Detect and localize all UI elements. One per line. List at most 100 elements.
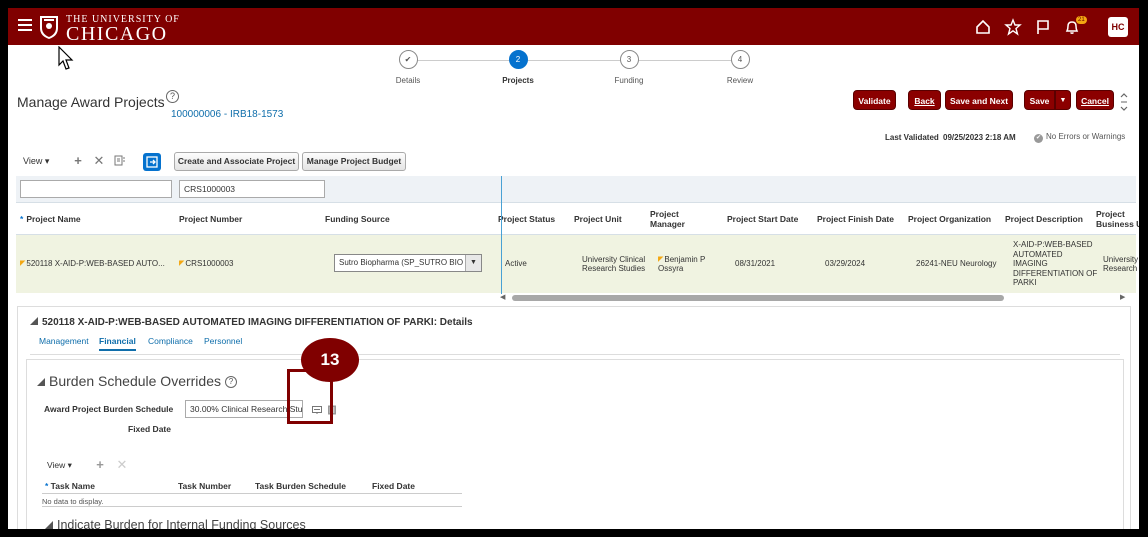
cancel-button-label: Cancel <box>1081 96 1109 106</box>
user-avatar[interactable]: HC <box>1108 17 1128 37</box>
cell-project-name[interactable]: ◤ 520118 X-AID-P:WEB-BASED AUTO... <box>20 235 172 293</box>
award-link[interactable]: 100000006 - IRB18-1573 <box>171 109 283 120</box>
col-project-description[interactable]: Project Description <box>1005 203 1095 235</box>
details-title[interactable]: 520118 X-AID-P:WEB-BASED AUTOMATED IMAGI… <box>30 317 473 328</box>
col-task-number[interactable]: Task Number <box>178 481 231 491</box>
dropdown-arrow-icon[interactable]: ▼ <box>465 255 481 271</box>
train-step-review[interactable]: 4 Review <box>710 50 770 85</box>
scrollbar-thumb[interactable] <box>512 295 1004 301</box>
delete-icon[interactable]: ✕ <box>93 154 105 167</box>
col-task-name[interactable]: * Task Name <box>45 481 95 491</box>
tab-compliance[interactable]: Compliance <box>148 336 193 346</box>
tab-personnel[interactable]: Personnel <box>204 336 242 346</box>
col-project-name[interactable]: * Project Name <box>20 203 170 235</box>
star-icon[interactable] <box>1004 18 1022 36</box>
collapse-triangle-icon[interactable] <box>45 521 53 529</box>
internal-funding-section-title[interactable]: Indicate Burden for Internal Funding Sou… <box>45 518 306 529</box>
cell-project-start-date: 08/31/2021 <box>735 259 776 269</box>
frozen-column-divider <box>501 176 502 294</box>
create-and-associate-project-button[interactable]: Create and Associate Project <box>174 152 299 171</box>
col-funding-source[interactable]: Funding Source <box>325 203 465 235</box>
sub-view-menu[interactable]: View ▾ <box>47 460 72 471</box>
col-project-finish-date[interactable]: Project Finish Date <box>817 203 905 235</box>
export-icon[interactable] <box>143 153 161 171</box>
back-button[interactable]: Back <box>908 90 941 110</box>
cell-project-name-text: 520118 X-AID-P:WEB-BASED AUTO... <box>26 259 165 269</box>
collapse-triangle-icon[interactable] <box>37 378 45 386</box>
menu-icon[interactable] <box>18 19 32 31</box>
train-step-funding[interactable]: 3 Funding <box>599 50 659 85</box>
save-menu-chevron-down-icon[interactable]: ▼ <box>1055 90 1071 110</box>
triangle-down-icon: ▾ <box>67 460 72 470</box>
col-task-burden-schedule[interactable]: Task Burden Schedule <box>255 481 346 491</box>
cell-project-number: ◤ CRS1000003 <box>179 235 319 293</box>
funding-source-select[interactable]: Sutro Biopharma (SP_SUTRO BIO ▼ <box>334 254 482 272</box>
changed-flag-icon: ◤ <box>658 255 664 263</box>
scroll-left-icon[interactable]: ◀ <box>500 293 505 301</box>
changed-flag-icon: ◤ <box>20 260 26 268</box>
col-project-number[interactable]: Project Number <box>179 203 319 235</box>
cell-project-number-text: CRS1000003 <box>185 259 234 269</box>
train-step-label: Details <box>395 76 421 85</box>
burden-schedule-input[interactable]: 30.00% Clinical Research Stu <box>185 400 303 418</box>
last-validated-label: Last Validated <box>885 133 939 142</box>
add-icon[interactable]: + <box>94 458 106 471</box>
task-table-header: * Task Name Task Number Task Burden Sche… <box>42 478 462 494</box>
burden-schedule-section-title[interactable]: Burden Schedule Overrides? <box>37 373 237 389</box>
fixed-date-label: Fixed Date <box>128 424 171 434</box>
delete-icon[interactable]: ✕ <box>116 458 128 471</box>
table-filter-row: CRS1000003 <box>16 176 1136 203</box>
train-step-details[interactable]: ✔ Details <box>378 50 438 85</box>
overflow-scroll-icon[interactable] <box>1119 90 1129 114</box>
table-row[interactable]: ◤ 520118 X-AID-P:WEB-BASED AUTO... ◤ CRS10… <box>16 235 1138 293</box>
details-title-text: 520118 X-AID-P:WEB-BASED AUTOMATED IMAGI… <box>42 317 473 328</box>
funding-source-value: Sutro Biopharma (SP_SUTRO BIO <box>339 258 464 267</box>
changed-flag-icon: ◤ <box>179 260 185 268</box>
cell-project-manager-text: Benjamin P Ossyra <box>658 254 706 274</box>
save-button[interactable]: Save <box>1024 90 1055 110</box>
scroll-right-icon[interactable]: ▶ <box>1120 293 1125 301</box>
cell-project-status: Active <box>505 259 527 269</box>
col-project-business-unit[interactable]: Project Business Unit <box>1096 203 1139 235</box>
col-project-status[interactable]: Project Status <box>498 203 568 235</box>
logo-text-big: CHICAGO <box>66 23 168 45</box>
col-project-unit[interactable]: Project Unit <box>574 203 644 235</box>
train-connector <box>408 60 743 61</box>
table-divider <box>42 506 462 507</box>
save-and-next-button[interactable]: Save and Next <box>945 90 1013 110</box>
cell-project-description: X-AID-P:WEB-BASED AUTOMATED IMAGING DIFF… <box>1013 240 1098 288</box>
col-project-organization[interactable]: Project Organization <box>908 203 1003 235</box>
table-horizontal-scrollbar[interactable]: ◀ ▶ <box>500 294 1128 302</box>
cancel-button[interactable]: Cancel <box>1076 90 1114 110</box>
manage-project-budget-button[interactable]: Manage Project Budget <box>302 152 406 171</box>
validate-button[interactable]: Validate <box>853 90 896 110</box>
mouse-cursor-icon <box>58 46 74 70</box>
col-project-manager[interactable]: Project Manager <box>650 203 705 235</box>
filter-project-number-input[interactable]: CRS1000003 <box>179 180 325 198</box>
help-icon[interactable]: ? <box>225 376 237 388</box>
flag-icon[interactable] <box>1034 18 1052 36</box>
help-icon[interactable]: ? <box>166 90 179 103</box>
cell-project-organization: 26241-NEU Neurology <box>916 259 997 269</box>
tab-management[interactable]: Management <box>39 336 89 346</box>
back-button-label: Back <box>914 96 935 106</box>
tab-financial[interactable]: Financial <box>99 336 136 351</box>
project-details-panel: 520118 X-AID-P:WEB-BASED AUTOMATED IMAGI… <box>17 306 1131 529</box>
collapse-triangle-icon[interactable] <box>30 317 38 325</box>
home-icon[interactable] <box>974 18 992 36</box>
process-train: ✔ Details 2 Projects 3 Funding 4 Review <box>378 50 778 90</box>
col-fixed-date[interactable]: Fixed Date <box>372 481 415 491</box>
cell-project-unit: University Clinical Research Studies <box>582 254 646 274</box>
triangle-down-icon: ▾ <box>44 156 50 166</box>
col-project-start-date[interactable]: Project Start Date <box>727 203 812 235</box>
detach-icon[interactable] <box>114 155 126 167</box>
tabs-divider <box>30 354 1120 355</box>
train-step-projects[interactable]: 2 Projects <box>488 50 548 85</box>
train-step-label: Funding <box>614 76 644 85</box>
financial-tab-content: Burden Schedule Overrides? Award Project… <box>26 359 1124 529</box>
sub-view-menu-label: View <box>47 460 66 470</box>
view-menu[interactable]: View ▾ <box>23 156 49 167</box>
add-icon[interactable]: + <box>72 154 84 167</box>
callout-step-badge: 13 <box>301 338 359 382</box>
filter-project-name-input[interactable] <box>20 180 172 198</box>
